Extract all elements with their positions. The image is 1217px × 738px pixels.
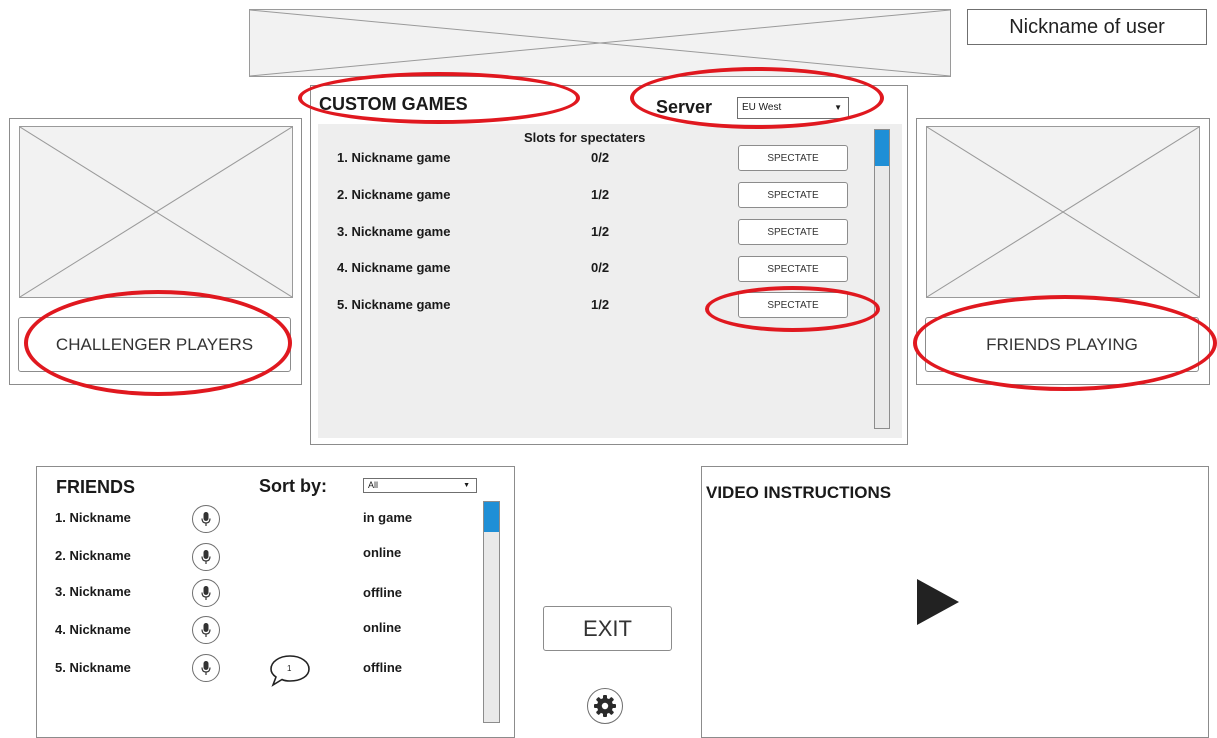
slots-header: Slots for spectaters	[524, 130, 646, 145]
server-select[interactable]: EU West ▼	[737, 97, 849, 119]
games-list-area: Slots for spectaters 1. Nickname game 0/…	[318, 124, 902, 438]
server-label: Server	[656, 97, 713, 117]
server-select-value: EU West	[742, 102, 782, 113]
friends-scrollbar-thumb[interactable]	[484, 502, 499, 532]
spectate-label: SPECTATE	[767, 263, 819, 275]
game-slots: 1/2	[591, 224, 610, 239]
spectate-button[interactable]: SPECTATE	[738, 182, 848, 208]
friend-name: 4. Nickname	[55, 622, 131, 637]
custom-games-title: CUSTOM GAMES	[319, 94, 468, 114]
game-name: 4. Nickname game	[337, 260, 451, 275]
video-instructions-title: VIDEO INSTRUCTIONS	[706, 483, 892, 502]
game-name: 3. Nickname game	[337, 224, 451, 239]
friend-status: in game	[363, 510, 413, 525]
friends-playing-label: FRIENDS PLAYING	[986, 334, 1138, 354]
chevron-down-icon: ▼	[463, 482, 470, 489]
friends-playing-panel: FRIENDS PLAYING	[916, 118, 1210, 385]
spectate-button[interactable]: SPECTATE	[738, 219, 848, 245]
friend-status: online	[363, 545, 402, 560]
microphone-icon[interactable]	[192, 543, 220, 571]
custom-games-panel: CUSTOM GAMES Server EU West ▼ Slots for …	[310, 85, 908, 445]
games-scrollbar-thumb[interactable]	[875, 130, 889, 166]
microphone-icon[interactable]	[192, 579, 220, 607]
spectate-button[interactable]: SPECTATE	[738, 256, 848, 282]
game-slots: 0/2	[591, 150, 610, 165]
user-nickname-label: Nickname of user	[1009, 15, 1165, 38]
friends-scrollbar[interactable]	[483, 501, 500, 723]
friend-status: online	[363, 620, 402, 635]
chevron-down-icon: ▼	[834, 103, 842, 112]
sort-by-label: Sort by:	[259, 476, 328, 496]
microphone-icon[interactable]	[192, 654, 220, 682]
gear-icon[interactable]	[587, 688, 623, 724]
spectate-button[interactable]: SPECTATE	[738, 292, 848, 318]
play-icon[interactable]	[917, 579, 959, 625]
game-slots: 1/2	[591, 297, 610, 312]
top-banner-image	[249, 9, 951, 77]
friend-name: 2. Nickname	[55, 548, 131, 563]
challenger-panel: CHALLENGER PLAYERS	[9, 118, 302, 385]
friend-status: offline	[363, 585, 402, 600]
friends-title: FRIENDS	[56, 477, 136, 497]
exit-label: EXIT	[583, 615, 632, 641]
microphone-icon[interactable]	[192, 505, 220, 533]
spectate-button[interactable]: SPECTATE	[738, 145, 848, 171]
chat-bubble-icon[interactable]: 1	[267, 652, 313, 688]
chat-badge-count: 1	[287, 664, 292, 673]
user-nickname-box[interactable]: Nickname of user	[967, 9, 1207, 45]
friend-name: 1. Nickname	[55, 510, 131, 525]
friend-status: offline	[363, 660, 402, 675]
video-instructions-panel: VIDEO INSTRUCTIONS	[701, 466, 1209, 738]
sort-by-select[interactable]: All ▼	[363, 478, 477, 493]
games-scrollbar[interactable]	[874, 129, 890, 429]
game-name: 1. Nickname game	[337, 150, 451, 165]
challenger-players-label: CHALLENGER PLAYERS	[55, 334, 254, 354]
spectate-label: SPECTATE	[767, 299, 819, 311]
spectate-label: SPECTATE	[767, 226, 819, 238]
microphone-icon[interactable]	[192, 616, 220, 644]
game-name: 2. Nickname game	[337, 187, 451, 202]
spectate-label: SPECTATE	[767, 152, 819, 164]
spectate-label: SPECTATE	[767, 189, 819, 201]
game-name: 5. Nickname game	[337, 297, 451, 312]
challenger-image	[19, 126, 293, 298]
exit-button[interactable]: EXIT	[543, 606, 672, 651]
game-slots: 0/2	[591, 260, 610, 275]
challenger-players-button[interactable]: CHALLENGER PLAYERS	[18, 317, 291, 372]
friends-playing-image	[926, 126, 1200, 298]
sort-by-select-value: All	[368, 480, 379, 490]
friend-name: 3. Nickname	[55, 584, 131, 599]
friend-name: 5. Nickname	[55, 660, 131, 675]
friends-panel: FRIENDS Sort by: All ▼ 1. Nickname in ga…	[36, 466, 515, 738]
game-slots: 1/2	[591, 187, 610, 202]
friends-playing-button[interactable]: FRIENDS PLAYING	[925, 317, 1199, 372]
